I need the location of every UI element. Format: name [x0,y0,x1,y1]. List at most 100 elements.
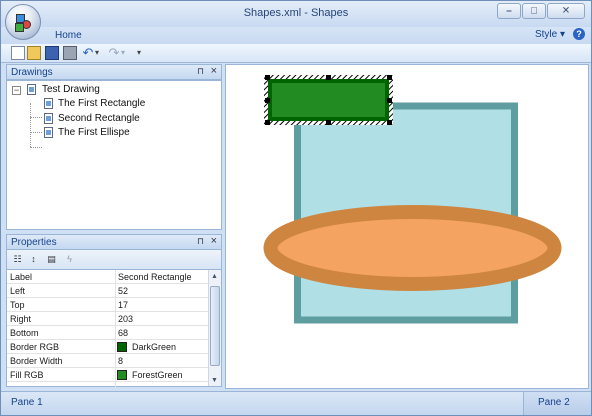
help-button[interactable]: ? [573,28,585,40]
property-row-border-rgb[interactable]: Border RGB DarkGreen [7,340,209,354]
pin-icon[interactable]: ⊓ [197,66,204,77]
shape-square-icon [15,23,24,32]
maximize-button[interactable]: □ [522,3,546,19]
status-pane-2: Pane 2 [523,392,591,415]
customize-icon[interactable]: ▾ [137,46,147,60]
close-icon[interactable]: × [211,65,217,77]
maximize-icon: □ [530,5,538,17]
tree-item-label: The First Rectangle [58,98,146,109]
quick-access-toolbar: ↶ ▾ ↷ ▾ ▾ [1,44,591,63]
close-icon[interactable]: × [211,235,217,247]
property-value[interactable]: DarkGreen [132,342,176,352]
drawings-panel-header: Drawings ⊓ × [6,64,222,80]
property-row-bottom[interactable]: Bottom 68 [7,326,209,340]
tree-item-label: Test Drawing [42,84,100,95]
scroll-thumb[interactable] [210,286,220,366]
property-grid: Label Second Rectangle Left 52 Top 17 Ri… [6,269,222,388]
property-value[interactable]: 52 [118,286,128,296]
property-name: Border Width [10,356,63,366]
property-value[interactable]: 203 [118,314,133,324]
resize-handle[interactable] [265,120,270,125]
canvas-svg [263,75,562,324]
style-menu-label: Style [534,29,558,40]
drawing-canvas[interactable] [225,64,589,389]
title-bar: Shapes.xml - Shapes – □ ✕ [1,1,591,40]
tree-connector [30,132,42,133]
resize-handle[interactable] [326,75,331,80]
color-swatch [117,370,127,380]
collapse-icon[interactable]: − [12,86,21,95]
property-row-label[interactable]: Label Second Rectangle [7,270,209,284]
property-name: Right [10,314,32,324]
tree-connector [30,117,42,118]
property-row-fill-rgb[interactable]: Fill RGB ForestGreen [7,368,209,382]
tree-connector [30,147,42,148]
scroll-down-icon[interactable]: ▼ [211,377,218,384]
resize-handle[interactable] [387,120,392,125]
rectangle-icon [44,98,53,109]
drawings-panel-title: Drawings [11,67,53,78]
save-icon[interactable] [45,46,59,60]
minimize-icon: – [506,5,512,17]
property-pages-icon[interactable]: ▤ [45,253,58,265]
rectangle-icon [44,113,53,124]
tree-connector [30,103,31,147]
categorized-icon[interactable]: ☷ [11,253,24,265]
ribbon-tab-row: Home Style ▾ ? [1,27,591,44]
tab-home[interactable]: Home [55,30,82,41]
application-menu-button[interactable] [5,4,41,40]
app-window: Shapes.xml - Shapes – □ ✕ Home Style ▾ ?… [0,0,592,416]
ellipse-icon [44,127,53,138]
properties-panel-header: Properties ⊓ × [6,234,222,250]
drawings-tree: − Test Drawing The First Rectangle Secon… [6,80,222,230]
property-value[interactable]: Second Rectangle [118,272,192,282]
new-icon[interactable] [11,46,25,60]
property-value[interactable]: 68 [118,328,128,338]
drawing-icon [27,84,36,95]
minimize-button[interactable]: – [497,3,521,19]
resize-handle[interactable] [265,98,270,103]
second-rectangle-shape[interactable] [268,79,389,121]
property-value[interactable]: 8 [118,356,123,366]
redo-icon[interactable]: ↷ [107,46,121,60]
property-row-right[interactable]: Right 203 [7,312,209,326]
property-grid-scrollbar[interactable]: ▲ ▼ [208,270,221,386]
status-pane-1: Pane 1 [11,397,43,408]
first-ellipse-shape[interactable] [263,205,562,291]
property-value[interactable]: ForestGreen [132,370,183,380]
window-controls: – □ ✕ [497,3,585,19]
property-name: Top [10,300,25,310]
close-button[interactable]: ✕ [547,3,585,19]
properties-toolbar: ☷ ↕ ▤ ϟ [6,250,222,269]
undo-icon[interactable]: ↶ [81,46,95,60]
status-pane-2-label: Pane 2 [538,397,570,408]
open-icon[interactable] [27,46,41,60]
redo-dropdown-icon[interactable]: ▾ [121,46,129,60]
property-name: Label [10,272,33,282]
status-bar: Pane 1 Pane 2 [1,391,591,415]
scroll-up-icon[interactable]: ▲ [211,273,218,280]
property-row-top[interactable]: Top 17 [7,298,209,312]
close-icon: ✕ [561,5,571,17]
resize-handle[interactable] [326,120,331,125]
resize-handle[interactable] [387,98,392,103]
chevron-down-icon: ▾ [559,29,565,40]
print-icon[interactable] [63,46,77,60]
property-name: Border RGB [10,342,60,352]
property-name: Fill RGB [10,370,44,380]
property-value[interactable]: 17 [118,300,128,310]
undo-dropdown-icon[interactable]: ▾ [95,46,103,60]
style-menu[interactable]: Style ▾ [535,29,565,40]
property-name: Left [10,286,26,296]
property-row-border-width[interactable]: Border Width 8 [7,354,209,368]
tree-item-label: Second Rectangle [58,113,140,124]
property-row-left[interactable]: Left 52 [7,284,209,298]
resize-handle[interactable] [265,75,270,80]
sort-alpha-icon[interactable]: ↕ [27,253,40,265]
resize-handle[interactable] [387,75,392,80]
tree-item-label: The First Ellispe [58,127,130,138]
pin-icon[interactable]: ⊓ [197,236,204,247]
properties-panel-title: Properties [11,237,57,248]
property-name: Bottom [10,328,39,338]
events-icon[interactable]: ϟ [63,253,76,265]
